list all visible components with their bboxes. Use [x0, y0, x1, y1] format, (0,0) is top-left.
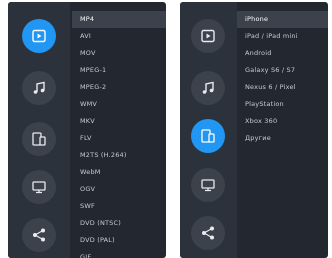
- format-panel-devices: iPhone iPad / iPad mini Android Galaxy S…: [180, 2, 328, 258]
- video-format-list: MP4 AVI MOV MPEG-1 MPEG-2 WMV MKV FLV M2…: [72, 11, 166, 258]
- format-item[interactable]: WebM: [72, 164, 166, 181]
- video-category-button[interactable]: [22, 19, 56, 53]
- share-category-button[interactable]: [22, 218, 56, 252]
- format-item[interactable]: SWF: [72, 198, 166, 215]
- play-square-icon: [32, 29, 46, 43]
- monitor-icon: [201, 179, 215, 192]
- device-item[interactable]: Android: [237, 45, 328, 62]
- devices-icon: [32, 132, 46, 146]
- device-item[interactable]: iPhone: [237, 11, 328, 28]
- devices-category-button[interactable]: [22, 122, 56, 156]
- device-item[interactable]: PlayStation: [237, 96, 328, 113]
- devices-category-button[interactable]: [191, 119, 225, 153]
- device-item[interactable]: Galaxy S6 / S7: [237, 62, 328, 79]
- format-item[interactable]: DVD (PAL): [72, 232, 166, 249]
- format-item[interactable]: MOV: [72, 45, 166, 62]
- category-sidebar: [180, 2, 237, 258]
- device-list: iPhone iPad / iPad mini Android Galaxy S…: [237, 11, 328, 258]
- format-item[interactable]: OGV: [72, 181, 166, 198]
- format-item[interactable]: MPEG-2: [72, 79, 166, 96]
- device-item[interactable]: Другие: [237, 130, 328, 147]
- monitor-icon: [32, 181, 46, 194]
- video-category-button[interactable]: [191, 19, 225, 53]
- category-sidebar: [8, 2, 70, 258]
- device-item[interactable]: Nexus 6 / Pixel: [237, 79, 328, 96]
- music-note-icon: [33, 81, 45, 94]
- device-item[interactable]: iPad / iPad mini: [237, 28, 328, 45]
- device-item[interactable]: Xbox 360: [237, 113, 328, 130]
- format-item[interactable]: MKV: [72, 113, 166, 130]
- format-item[interactable]: GIF: [72, 249, 166, 258]
- monitor-category-button[interactable]: [22, 170, 56, 204]
- format-item[interactable]: MP4: [72, 11, 166, 28]
- music-note-icon: [202, 81, 214, 94]
- share-icon: [33, 228, 45, 242]
- format-item[interactable]: MPEG-1: [72, 62, 166, 79]
- audio-category-button[interactable]: [191, 71, 225, 105]
- devices-icon: [201, 129, 215, 143]
- format-item[interactable]: AVI: [72, 28, 166, 45]
- audio-category-button[interactable]: [22, 71, 56, 105]
- share-category-button[interactable]: [191, 216, 225, 250]
- monitor-category-button[interactable]: [191, 168, 225, 202]
- format-panel-video: MP4 AVI MOV MPEG-1 MPEG-2 WMV MKV FLV M2…: [8, 2, 166, 258]
- share-icon: [202, 226, 214, 240]
- format-item[interactable]: M2TS (H.264): [72, 147, 166, 164]
- play-square-icon: [201, 29, 215, 43]
- format-item[interactable]: DVD (NTSC): [72, 215, 166, 232]
- format-item[interactable]: FLV: [72, 130, 166, 147]
- format-item[interactable]: WMV: [72, 96, 166, 113]
